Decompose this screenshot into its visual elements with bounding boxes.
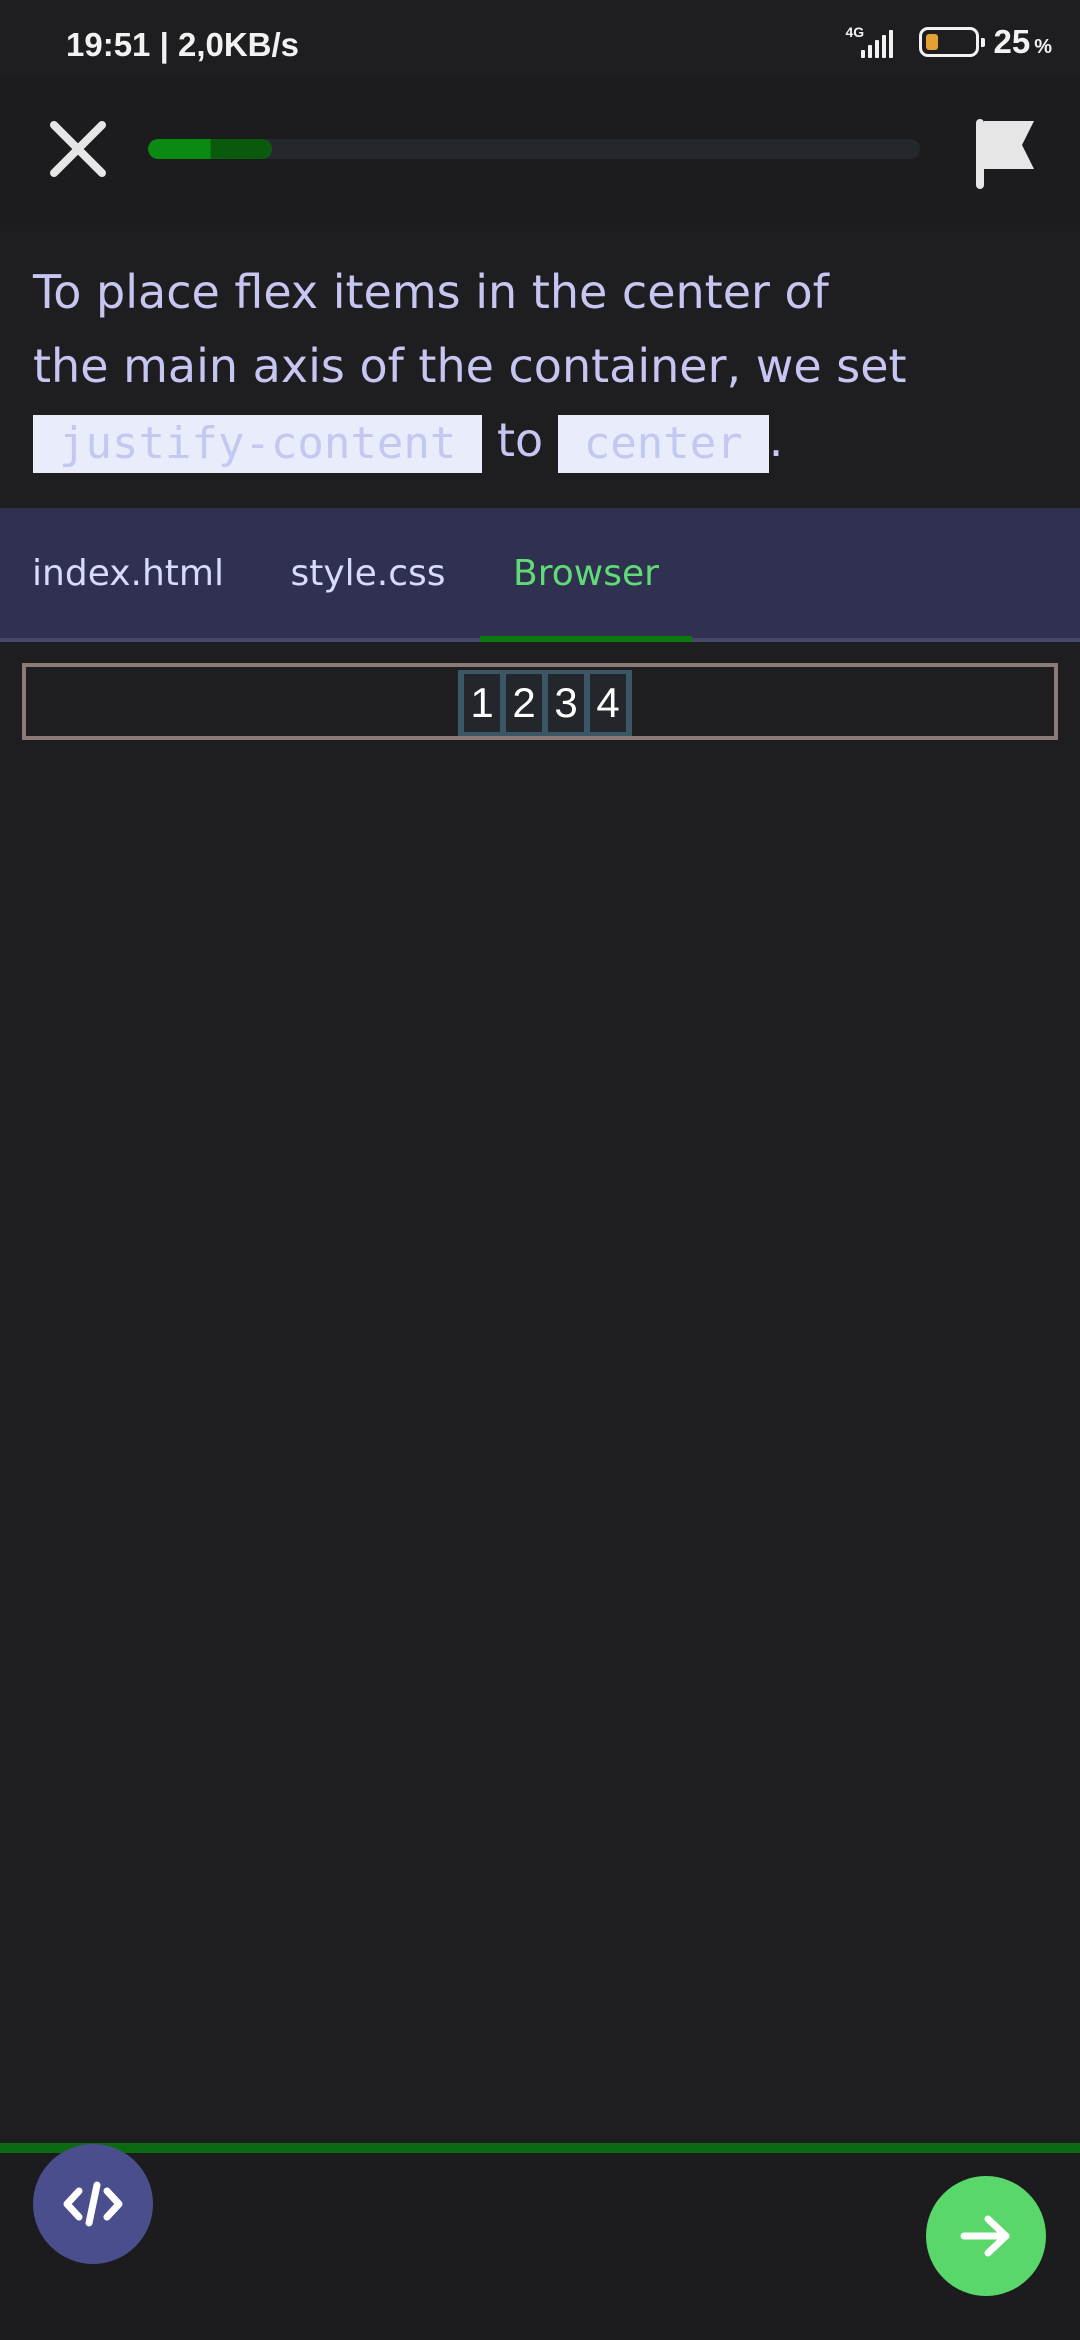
flag-icon — [976, 119, 1034, 189]
close-button[interactable] — [42, 113, 114, 185]
flex-item: 4 — [590, 674, 626, 732]
bottom-divider — [0, 2143, 1080, 2153]
flex-item: 3 — [548, 674, 584, 732]
tab-label: style.css — [290, 552, 446, 594]
status-icons: 4G 25% — [845, 22, 1052, 62]
status-time-speed: 19:51 | 2,0KB/s — [66, 26, 300, 63]
arrow-right-icon — [960, 2215, 1010, 2257]
code-icon — [63, 2181, 123, 2227]
flex-item: 1 — [464, 674, 500, 732]
lesson-top-bar — [0, 75, 1080, 225]
instruction-period: . — [768, 413, 784, 467]
lesson-instruction: To place flex items in the center of the… — [33, 255, 1053, 477]
code-chip-center: center — [557, 414, 769, 473]
instruction-line-3: justify-content to center. — [33, 403, 1053, 477]
status-bar: 19:51 | 2,0KB/s 4G 25% — [0, 0, 1080, 75]
tab-label: index.html — [32, 552, 224, 594]
battery-icon — [919, 27, 986, 57]
close-icon — [50, 121, 106, 177]
tab-style-css[interactable]: style.css — [256, 508, 480, 638]
instruction-line-1: To place flex items in the center of — [33, 265, 829, 319]
battery-percent: 25% — [993, 23, 1052, 60]
report-flag-button[interactable] — [970, 113, 1042, 193]
tab-index-html[interactable]: index.html — [0, 508, 256, 638]
signal-icon: 4G — [845, 22, 905, 62]
instruction-connector: to — [482, 413, 558, 467]
battery-level-fill — [926, 34, 939, 50]
code-chip-justify-content: justify-content — [33, 414, 483, 473]
lesson-progress-bar — [148, 139, 920, 159]
flex-container-preview: 1 2 3 4 — [458, 670, 632, 736]
lesson-progress-fill — [148, 139, 272, 159]
tab-label: Browser — [513, 552, 659, 594]
flex-item: 2 — [506, 674, 542, 732]
active-tab-indicator — [480, 636, 692, 642]
bottom-action-bar — [0, 2153, 1080, 2340]
tab-browser[interactable]: Browser — [480, 508, 692, 642]
next-button[interactable] — [926, 2176, 1046, 2296]
code-button[interactable] — [33, 2144, 153, 2264]
editor-tab-bar: index.html style.css Browser — [0, 508, 1080, 642]
instruction-line-2: the main axis of the container, we set — [33, 339, 907, 393]
